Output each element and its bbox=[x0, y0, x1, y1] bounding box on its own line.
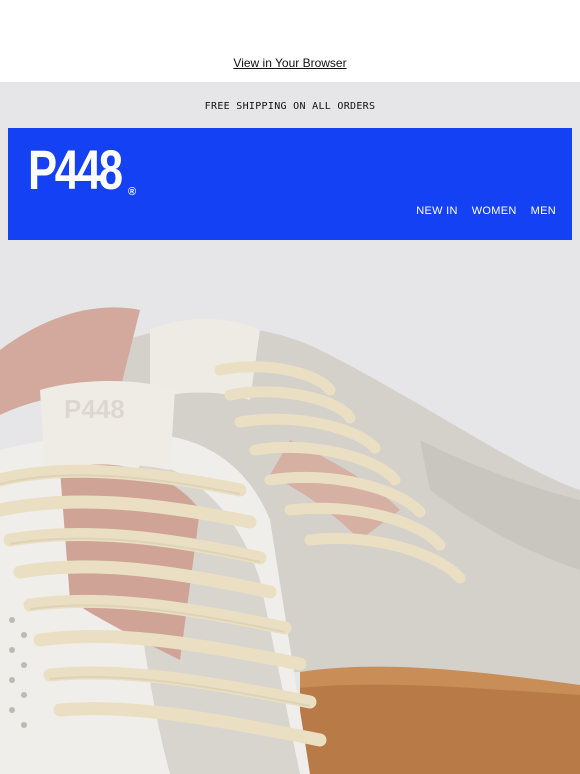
brand-header: P448 ® NEW IN WOMEN MEN bbox=[8, 128, 572, 240]
hero-image[interactable]: P448 bbox=[0, 240, 580, 774]
nav-women[interactable]: WOMEN bbox=[472, 205, 517, 217]
sneaker-illustration: P448 bbox=[0, 240, 580, 774]
tongue-logo: P448 bbox=[64, 394, 125, 424]
view-in-browser-link[interactable]: View in Your Browser bbox=[0, 56, 580, 70]
shipping-banner: FREE SHIPPING ON ALL ORDERS bbox=[204, 101, 376, 112]
main-nav: NEW IN WOMEN MEN bbox=[416, 205, 556, 217]
nav-new-in[interactable]: NEW IN bbox=[416, 205, 458, 217]
brand-logo-text: P448 bbox=[28, 138, 123, 201]
brand-logo[interactable]: P448 ® bbox=[28, 138, 147, 201]
registered-mark: ® bbox=[128, 186, 137, 198]
nav-men[interactable]: MEN bbox=[531, 205, 556, 217]
